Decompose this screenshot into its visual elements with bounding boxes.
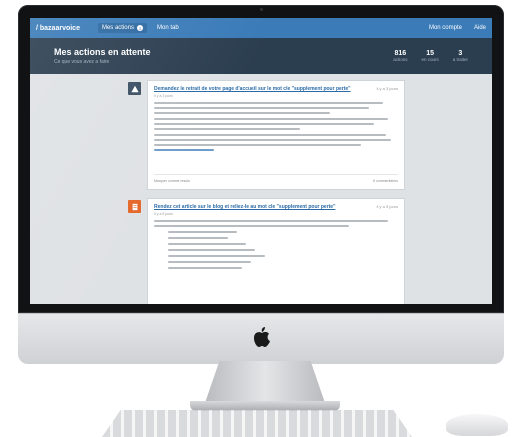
- nav-item-mes-actions[interactable]: Mes actions 3: [97, 23, 147, 33]
- action-checklist: [168, 231, 398, 269]
- nav-item-label: Mon tab: [156, 25, 179, 31]
- action-description: [154, 102, 398, 114]
- brand-logo[interactable]: / bazaarvoice: [36, 25, 80, 32]
- monitor-stand-base: [190, 401, 340, 411]
- top-navigation-bar: / bazaarvoice Mes actions 3 Mon tab Mon …: [30, 18, 492, 38]
- action-meta: Il y a 3 jours: [154, 94, 173, 98]
- action-item: Rendez cet article sur le blog et reliez…: [30, 198, 492, 304]
- stat-value: 816: [394, 50, 407, 57]
- action-details: [154, 118, 398, 130]
- action-footer: Marquer comme resolu 6 commentaires: [154, 174, 398, 185]
- action-notes: [154, 134, 398, 151]
- camera-icon: [260, 8, 263, 11]
- action-description: [154, 220, 398, 227]
- read-more-link[interactable]: [154, 149, 214, 151]
- comments-link[interactable]: 6 commentaires: [373, 179, 398, 183]
- warning-icon: [128, 82, 141, 95]
- nav-item-mon-tab[interactable]: Mon tab: [157, 25, 179, 31]
- page-header: Mes actions en attente Ce que vous avez …: [30, 38, 492, 74]
- help-link[interactable]: Aide: [474, 25, 486, 31]
- action-timestamp: il y a 3 jours: [376, 86, 398, 91]
- page-subtitle: Ce que vous avez a faire: [54, 59, 110, 65]
- nav-item-label: Mes actions: [101, 25, 134, 31]
- account-link[interactable]: Mon compte: [429, 25, 462, 31]
- action-card[interactable]: Rendez cet article sur le blog et reliez…: [147, 198, 405, 304]
- stat-value: 3: [458, 50, 463, 57]
- action-card[interactable]: Demandez le retrait de votre page d'accu…: [147, 80, 405, 190]
- notification-badge: 3: [136, 25, 143, 31]
- brand-label: / bazaarvoice: [36, 24, 80, 32]
- page-title: Mes actions en attente: [54, 47, 151, 57]
- keyboard: [102, 410, 412, 437]
- stat-actions: 816 actions: [393, 50, 407, 62]
- monitor-stand: [205, 361, 325, 403]
- action-meta: Il y a 5 jours: [154, 212, 173, 216]
- stat-to-handle: 3 a traiter: [453, 50, 468, 62]
- mark-resolved-button[interactable]: Marquer comme resolu: [154, 179, 190, 183]
- stat-value: 15: [426, 50, 434, 57]
- mouse: [446, 414, 508, 436]
- document-icon: [128, 200, 141, 213]
- stat-label: a traiter: [452, 57, 468, 62]
- action-title-link[interactable]: Rendez cet article sur le blog et reliez…: [154, 204, 364, 210]
- stats-group: 816 actions 15 en cours 3 a traiter: [393, 50, 468, 62]
- actions-feed: Demandez le retrait de votre page d'accu…: [30, 74, 492, 304]
- stat-label: actions: [393, 57, 408, 62]
- action-item: Demandez le retrait de votre page d'accu…: [30, 80, 492, 192]
- stat-label: en cours: [421, 57, 439, 62]
- action-timestamp: il y a 5 jours: [376, 204, 398, 209]
- action-title-link[interactable]: Demandez le retrait de votre page d'accu…: [154, 86, 364, 92]
- stat-in-progress: 15 en cours: [421, 50, 438, 62]
- apple-logo-icon: [254, 327, 270, 347]
- monitor-screen: / bazaarvoice Mes actions 3 Mon tab Mon …: [30, 18, 492, 304]
